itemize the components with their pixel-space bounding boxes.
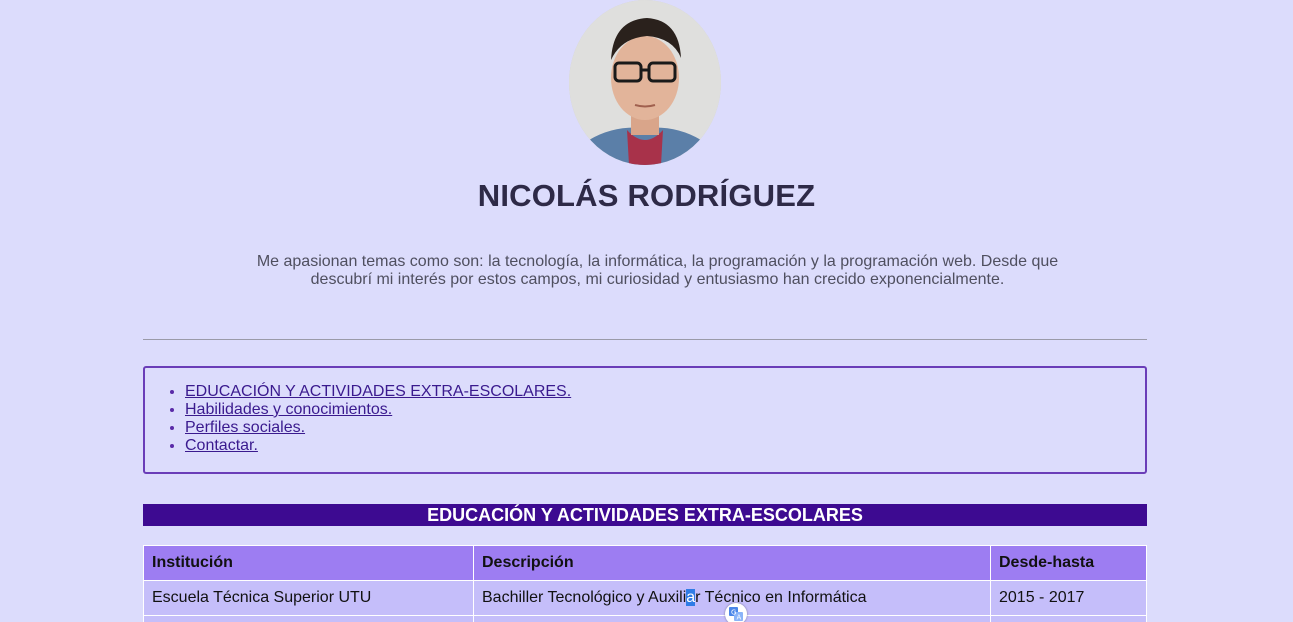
selected-text: a bbox=[686, 589, 696, 606]
cell-period: 2015 - 2017 bbox=[990, 580, 1147, 616]
profile-photo bbox=[569, 0, 721, 165]
description-text-before: Bachiller Tecnológico y Auxili bbox=[482, 589, 687, 606]
profile-photo-image bbox=[569, 0, 721, 165]
table-header-row: Institución Descripción Desde-hasta bbox=[143, 545, 1147, 581]
cell-institution: Escuela Técnica Superior UTU bbox=[143, 580, 474, 616]
translate-icon-glyph: G A bbox=[729, 607, 743, 622]
toc-item-education: EDUCACIÓN Y ACTIVIDADES EXTRA-ESCOLARES. bbox=[185, 383, 1145, 401]
page: NICOLÁS RODRÍGUEZ Me apasionan temas com… bbox=[0, 0, 1293, 622]
education-section-title: EDUCACIÓN Y ACTIVIDADES EXTRA-ESCOLARES bbox=[143, 504, 1147, 526]
divider bbox=[143, 339, 1147, 340]
toc-link-contact[interactable]: Contactar. bbox=[185, 437, 258, 454]
translate-icon[interactable]: G A bbox=[725, 603, 747, 622]
profile-bio: Me apasionan temas como son: la tecnolog… bbox=[256, 253, 1059, 288]
header-period: Desde-hasta bbox=[990, 545, 1147, 581]
svg-text:A: A bbox=[737, 614, 742, 622]
toc-list: EDUCACIÓN Y ACTIVIDADES EXTRA-ESCOLARES.… bbox=[145, 368, 1145, 455]
toc-link-skills[interactable]: Habilidades y conocimientos. bbox=[185, 401, 392, 418]
table-row bbox=[143, 615, 1147, 622]
education-table: Institución Descripción Desde-hasta Escu… bbox=[143, 545, 1147, 622]
cell-empty bbox=[143, 615, 474, 622]
header-institution: Institución bbox=[143, 545, 474, 581]
toc-link-education[interactable]: EDUCACIÓN Y ACTIVIDADES EXTRA-ESCOLARES. bbox=[185, 383, 571, 400]
table-row: Escuela Técnica Superior UTU Bachiller T… bbox=[143, 580, 1147, 616]
toc-link-social[interactable]: Perfiles sociales. bbox=[185, 419, 305, 436]
toc-item-social: Perfiles sociales. bbox=[185, 419, 1145, 437]
table-of-contents: EDUCACIÓN Y ACTIVIDADES EXTRA-ESCOLARES.… bbox=[143, 366, 1147, 474]
toc-item-contact: Contactar. bbox=[185, 437, 1145, 455]
profile-name: NICOLÁS RODRÍGUEZ bbox=[477, 178, 816, 213]
toc-item-skills: Habilidades y conocimientos. bbox=[185, 401, 1145, 419]
cell-empty bbox=[990, 615, 1147, 622]
description-text-after: r Técnico en Informática bbox=[695, 589, 867, 606]
header-description: Descripción bbox=[473, 545, 991, 581]
